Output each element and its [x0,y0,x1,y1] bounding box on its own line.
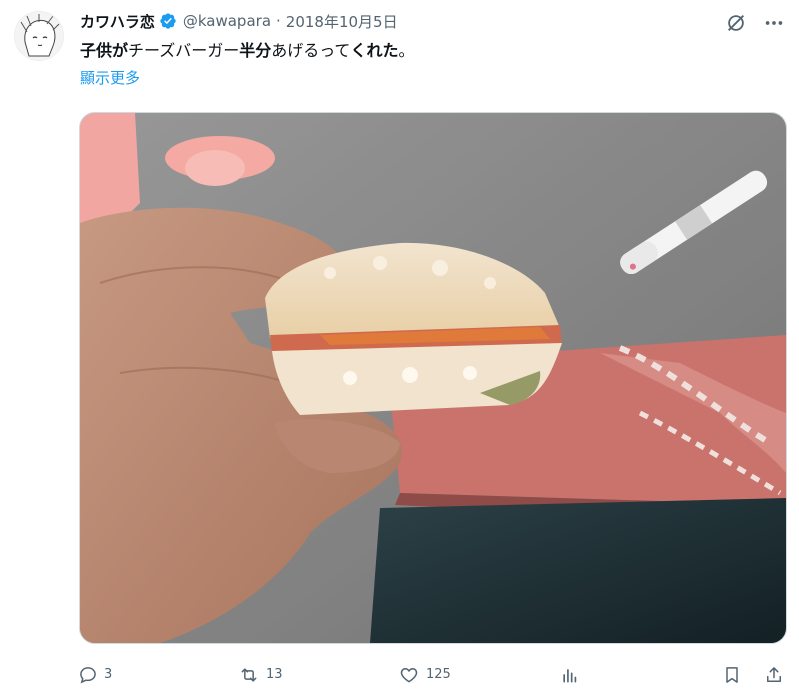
more-icon[interactable] [763,12,785,34]
views-icon [563,669,577,683]
share-icon [767,667,781,682]
heart-icon [400,667,418,683]
separator: · [276,12,281,30]
views-button[interactable] [560,660,586,690]
repost-button[interactable]: 13 [238,660,283,690]
repost-icon [241,668,257,682]
text-part-3: 半分 [239,41,272,60]
text-part-6: 。 [398,41,415,60]
text-part-1: 子供が [80,41,129,60]
tweet-text: 子供がチーズバーガー半分あげるってくれた。 [80,39,414,63]
reply-button[interactable]: 3 [78,660,112,690]
avatar[interactable] [14,11,64,61]
bookmark-icon [726,667,738,683]
grok-icon[interactable] [725,12,747,34]
tweet-header: カワハラ恋 @kawapara · 2018年10月5日 [80,9,398,33]
text-part-4: あげるって [271,41,351,60]
verified-badge-icon[interactable] [159,12,177,30]
action-bar: 3 13 125 [78,660,790,690]
reply-count: 3 [104,667,113,682]
reply-icon [80,667,96,684]
text-part-5: くれた [350,41,399,60]
display-name[interactable]: カワハラ恋 [80,11,155,32]
handle[interactable]: @kawapara [183,12,271,30]
tweet-photo[interactable] [79,112,787,644]
post-date[interactable]: 2018年10月5日 [286,11,398,32]
repost-count: 13 [266,667,283,682]
like-button[interactable]: 125 [398,660,451,690]
top-actions [725,12,785,34]
text-part-2: チーズバーガー [128,41,240,60]
share-button[interactable] [764,660,790,690]
bookmark-button[interactable] [722,660,748,690]
show-more-link[interactable]: 顯示更多 [80,67,140,88]
like-count: 125 [426,667,451,682]
